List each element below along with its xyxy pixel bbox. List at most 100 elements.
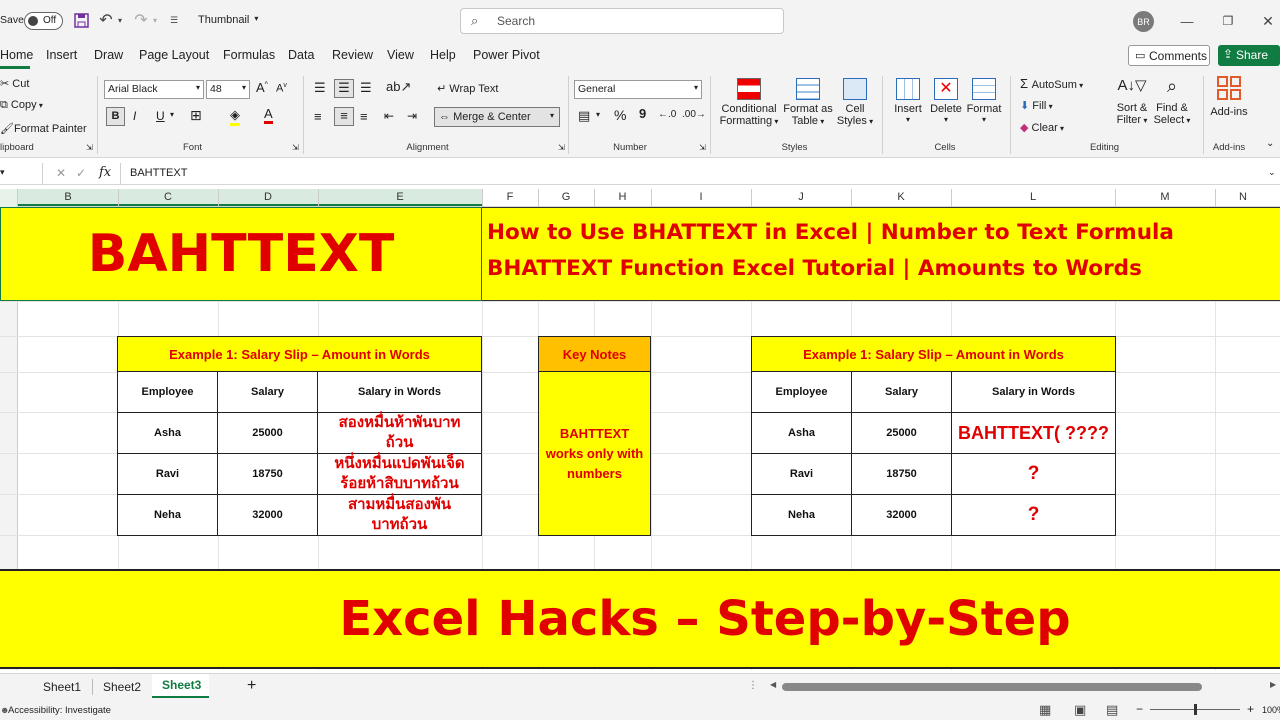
zoom-out-icon[interactable]: − <box>1136 702 1143 716</box>
column-header-n[interactable]: N <box>1215 191 1271 203</box>
tab-data[interactable]: Data <box>288 48 314 62</box>
zoom-level[interactable]: 100% <box>1262 705 1280 715</box>
dialog-launcher-icon[interactable]: ⇲ <box>292 143 299 152</box>
undo-dropdown-icon[interactable]: ▾ <box>115 12 125 28</box>
sheet-tab-1[interactable]: Sheet1 <box>43 680 81 694</box>
customize-toolbar-icon[interactable]: ☰ <box>168 12 180 28</box>
sheet-title[interactable]: BAHTTEXT <box>0 207 482 301</box>
column-header-c[interactable]: C <box>118 191 218 203</box>
format-painter-button[interactable]: 🖌Format Painter <box>0 122 87 135</box>
bold-button[interactable]: B <box>106 107 125 126</box>
redo-icon[interactable]: ↷ <box>132 10 150 30</box>
minimize-icon[interactable]: — <box>1180 12 1194 30</box>
underline-dropdown-icon[interactable]: ▾ <box>170 110 174 119</box>
restore-icon[interactable]: ❐ <box>1221 12 1235 30</box>
column-header-m[interactable]: M <box>1115 191 1215 203</box>
decrease-indent-icon[interactable]: ⇤ <box>384 109 394 123</box>
number-format-select[interactable]: General ▾ <box>574 80 702 99</box>
comments-button[interactable]: ▭ Comments <box>1128 45 1210 66</box>
tab-view[interactable]: View <box>387 48 414 62</box>
enter-icon[interactable]: ✓ <box>76 166 86 180</box>
percent-button[interactable]: % <box>614 107 626 123</box>
align-center-icon[interactable]: ≡ <box>334 107 354 126</box>
undo-icon[interactable]: ↶ <box>97 10 115 30</box>
fill-button[interactable]: ⬇ Fill ▾ <box>1020 99 1053 112</box>
share-button[interactable]: ⇪ Share <box>1218 45 1280 66</box>
column-header-f[interactable]: F <box>482 191 538 203</box>
font-size-select[interactable]: 48 ▾ <box>206 80 250 99</box>
tab-formulas[interactable]: Formulas <box>223 48 275 62</box>
borders-icon[interactable]: ⊞ <box>190 107 202 124</box>
column-header-l[interactable]: L <box>951 191 1115 203</box>
column-header-b[interactable]: B <box>18 191 118 203</box>
cut-button[interactable]: ✂ Cut <box>0 77 29 90</box>
align-left-icon[interactable]: ≡ <box>314 109 322 124</box>
formula-input[interactable]: BAHTTEXT <box>130 167 187 179</box>
page-layout-view-icon[interactable]: ▣ <box>1074 702 1086 718</box>
column-header-d[interactable]: D <box>218 191 318 203</box>
align-bottom-icon[interactable]: ☰ <box>360 80 372 96</box>
font-name-select[interactable]: Arial Black ▾ <box>104 80 204 99</box>
pending-cell[interactable]: ? <box>951 494 1116 536</box>
currency-dropdown-icon[interactable]: ▾ <box>596 110 600 119</box>
column-header-j[interactable]: J <box>751 191 851 203</box>
normal-view-icon[interactable]: ▦ <box>1039 702 1051 718</box>
zoom-in-icon[interactable]: + <box>1247 702 1254 716</box>
autosave-toggle[interactable]: Off <box>24 12 63 30</box>
merge-center-button[interactable]: ⇔ Merge & Center ▾ <box>434 107 560 127</box>
align-middle-icon[interactable]: ☰ <box>334 79 354 98</box>
delete-cells-button[interactable]: ✕ Delete ▾ <box>928 78 964 124</box>
collapse-ribbon-icon[interactable]: ⌄ <box>1266 138 1274 149</box>
autosum-button[interactable]: Σ AutoSum ▾ <box>1020 76 1083 91</box>
name-box-dropdown-icon[interactable]: ▾ <box>0 167 5 178</box>
dialog-launcher-icon[interactable]: ⇲ <box>699 143 706 152</box>
italic-button[interactable]: I <box>133 109 136 123</box>
font-color-icon[interactable]: A <box>264 106 273 124</box>
pending-cell[interactable]: ? <box>951 453 1116 495</box>
cancel-icon[interactable]: ✕ <box>56 166 66 180</box>
align-top-icon[interactable]: ☰ <box>314 80 326 96</box>
format-cells-button[interactable]: Format ▾ <box>966 78 1002 124</box>
find-select-button[interactable]: ⌕ Find & Select ▾ <box>1152 76 1192 126</box>
scroll-left-icon[interactable]: ◀ <box>770 680 776 689</box>
document-name[interactable]: Thumbnail ▾ <box>198 14 258 26</box>
save-icon[interactable] <box>72 11 90 29</box>
column-header-g[interactable]: G <box>538 191 594 203</box>
comma-button[interactable]: 9 <box>639 106 646 121</box>
insert-function-icon[interactable]: fx <box>99 165 111 180</box>
sheet-tab-3-active[interactable]: Sheet3 <box>152 674 209 698</box>
fill-color-icon[interactable]: ◈ <box>230 107 240 126</box>
underline-button[interactable]: U <box>156 109 165 123</box>
tab-help[interactable]: Help <box>430 48 456 62</box>
worksheet-grid[interactable]: BAHTTEXT How to Use BHATTEXT in Excel | … <box>0 207 1280 670</box>
dialog-launcher-icon[interactable]: ⇲ <box>86 143 93 152</box>
accessibility-status[interactable]: Accessibility: Investigate <box>8 705 111 716</box>
column-header-i[interactable]: I <box>651 191 751 203</box>
tab-draw[interactable]: Draw <box>94 48 123 62</box>
decrease-font-icon[interactable]: Av <box>276 82 287 95</box>
formula-cell[interactable]: BAHTTEXT( ???? <box>951 412 1116 454</box>
tab-page-layout[interactable]: Page Layout <box>139 48 209 62</box>
add-ins-button[interactable]: Add-ins <box>1208 76 1250 118</box>
currency-icon[interactable]: ▤ <box>578 108 590 124</box>
align-right-icon[interactable]: ≡ <box>360 109 368 124</box>
redo-dropdown-icon[interactable]: ▾ <box>150 12 160 28</box>
format-as-table-button[interactable]: Format as Table ▾ <box>782 78 834 127</box>
scroll-right-icon[interactable]: ▶ <box>1270 680 1276 689</box>
zoom-slider-thumb[interactable] <box>1194 704 1197 715</box>
close-icon[interactable]: ✕ <box>1261 12 1275 30</box>
sheet-tab-2[interactable]: Sheet2 <box>103 680 141 694</box>
insert-cells-button[interactable]: Insert ▾ <box>890 78 926 124</box>
page-break-view-icon[interactable]: ▤ <box>1106 702 1118 718</box>
tab-split-handle-icon[interactable]: ⋮ <box>748 680 758 691</box>
conditional-formatting-button[interactable]: Conditional Formatting ▾ <box>718 78 780 127</box>
select-all-corner[interactable] <box>0 189 18 207</box>
copy-button[interactable]: ⧉ Copy ▾ <box>0 99 43 112</box>
column-header-h[interactable]: H <box>594 191 651 203</box>
cell-styles-button[interactable]: Cell Styles ▾ <box>836 78 874 127</box>
column-header-e[interactable]: E <box>318 191 482 203</box>
tab-power-pivot[interactable]: Power Pivot <box>473 48 540 62</box>
dialog-launcher-icon[interactable]: ⇲ <box>558 143 565 152</box>
tab-insert[interactable]: Insert <box>46 48 77 62</box>
orientation-icon[interactable]: ab↗ <box>386 79 411 95</box>
